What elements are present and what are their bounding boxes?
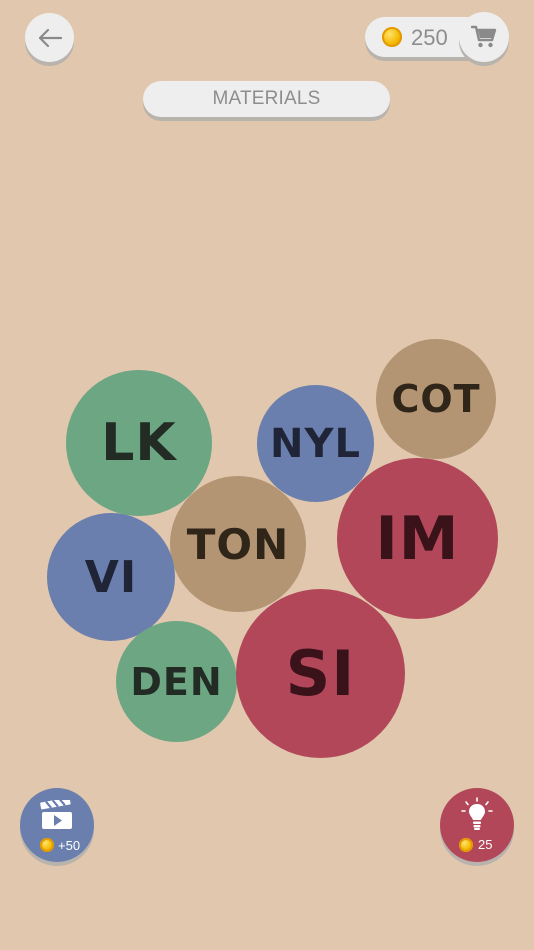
lightbulb-icon bbox=[461, 797, 493, 830]
watch-video-button[interactable]: +50 bbox=[20, 788, 94, 862]
coin-icon bbox=[459, 838, 473, 852]
bubble-ton[interactable]: TON bbox=[170, 476, 306, 612]
hint-cost: 25 bbox=[478, 837, 493, 852]
bubble-cot[interactable]: COT bbox=[376, 339, 496, 459]
coin-icon bbox=[40, 838, 54, 852]
bubble-si[interactable]: SI bbox=[236, 589, 405, 758]
shop-button[interactable] bbox=[459, 12, 509, 62]
clapperboard-icon bbox=[40, 800, 72, 829]
cart-icon bbox=[471, 25, 497, 48]
category-title: MATERIALS bbox=[143, 81, 390, 117]
back-button[interactable] bbox=[25, 13, 74, 62]
coin-count: 250 bbox=[411, 25, 448, 50]
coin-icon bbox=[382, 27, 402, 47]
bubble-vi[interactable]: VI bbox=[47, 513, 175, 641]
bubble-im[interactable]: IM bbox=[337, 458, 498, 619]
video-reward: +50 bbox=[58, 838, 81, 853]
bubble-den[interactable]: DEN bbox=[116, 621, 237, 742]
arrow-left-icon bbox=[38, 28, 62, 47]
hint-button[interactable]: 25 bbox=[440, 788, 514, 862]
